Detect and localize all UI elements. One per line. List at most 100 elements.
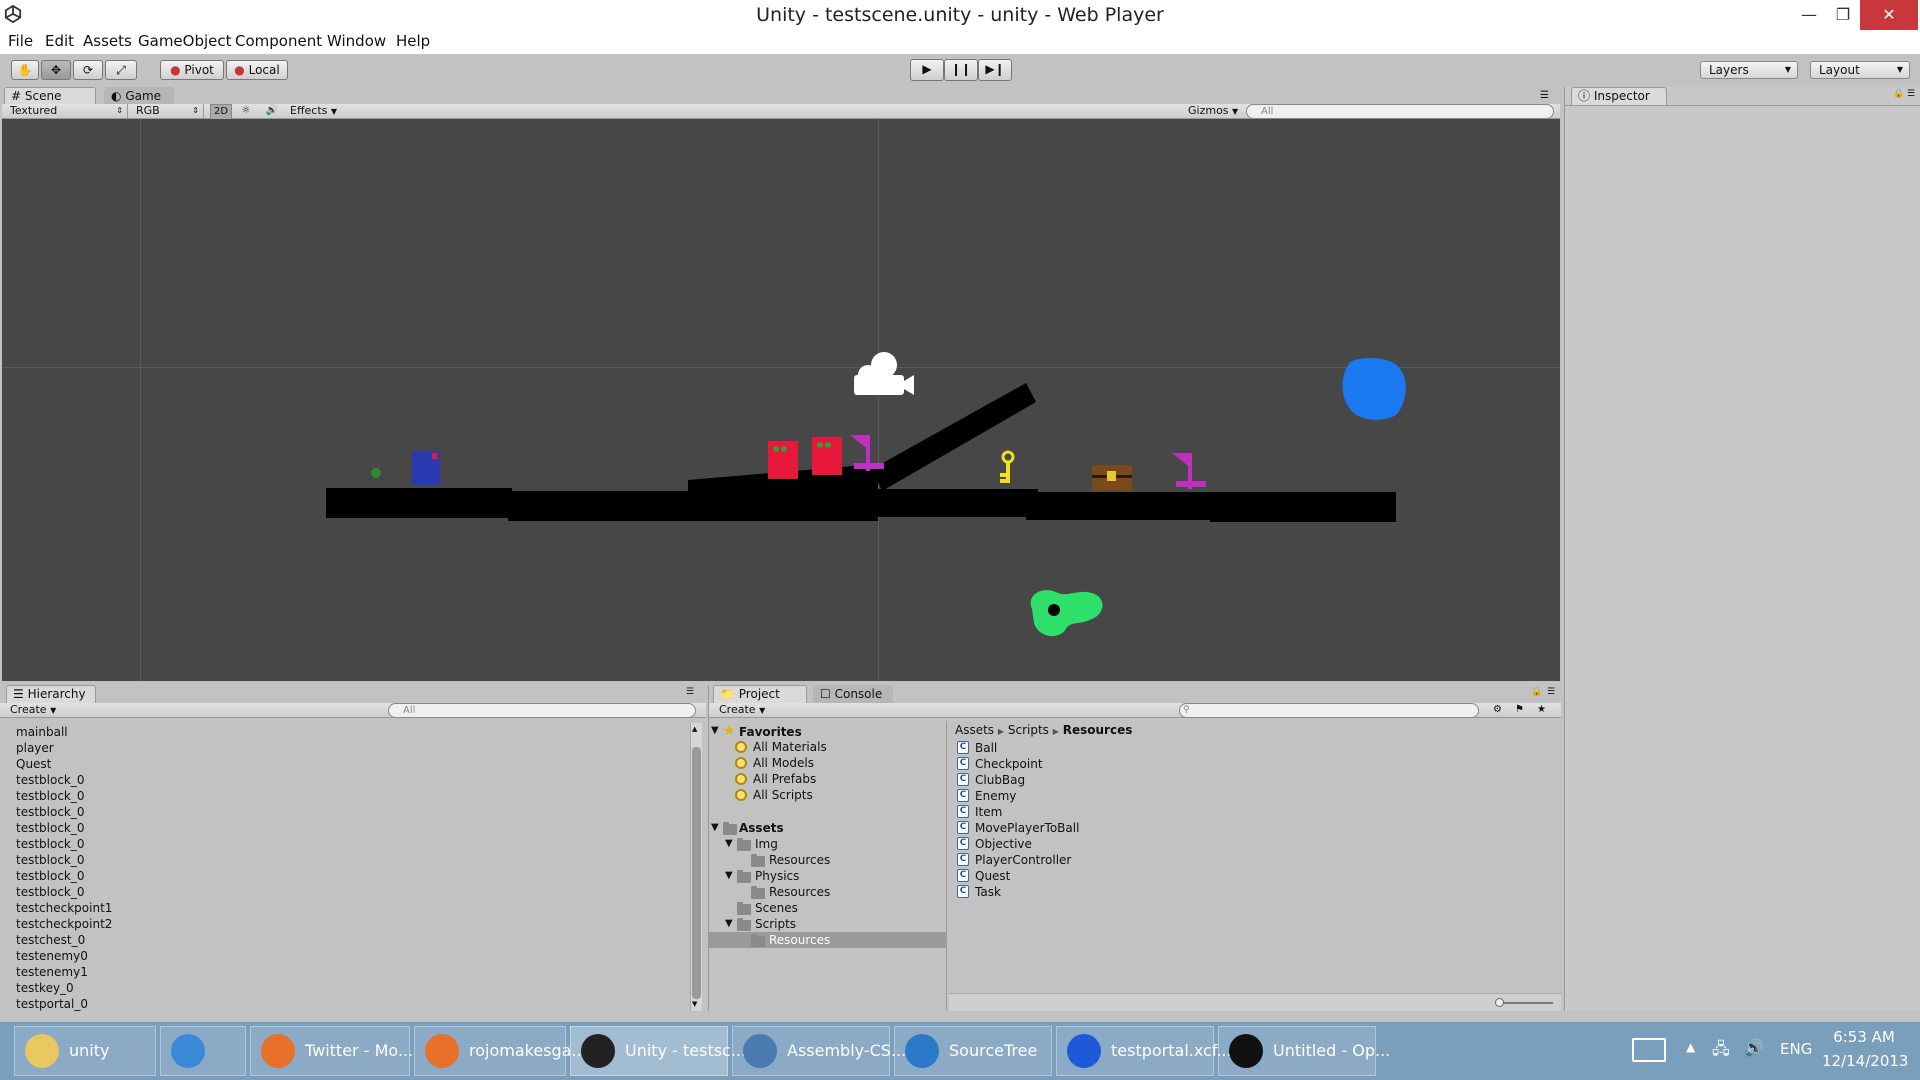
hierarchy-item[interactable]: testblock_0 — [16, 837, 85, 851]
panel-menu-icon[interactable]: ☰ — [1547, 687, 1555, 697]
expand-arrow-icon[interactable]: ▼ — [725, 838, 733, 849]
expand-arrow-icon[interactable]: ▼ — [711, 822, 719, 833]
render-mode-dropdown[interactable]: Textured ⇕ — [10, 104, 128, 118]
step-button[interactable]: ▶❙ — [978, 59, 1012, 81]
hierarchy-item[interactable]: testenemy0 — [16, 949, 88, 963]
language-indicator[interactable]: ENG — [1780, 1040, 1812, 1058]
hierarchy-item[interactable]: testchest_0 — [16, 933, 85, 947]
favorite-item[interactable]: All Scripts — [753, 788, 813, 802]
favorite-item[interactable]: All Prefabs — [753, 772, 816, 786]
breadcrumb-scripts[interactable]: Scripts — [1008, 723, 1049, 737]
clock-date[interactable]: 12/14/2013 — [1822, 1052, 1908, 1070]
show-hidden-icons-icon[interactable]: ▲ — [1686, 1040, 1695, 1054]
script-file-item[interactable]: PlayerController — [975, 853, 1071, 867]
favorite-item[interactable]: All Materials — [753, 740, 827, 754]
folder-tree-item[interactable]: Resources — [769, 853, 830, 867]
panel-menu-icon[interactable]: ☰ — [1907, 89, 1915, 99]
hand-tool-icon[interactable]: ✋ — [11, 60, 39, 80]
club-sprite[interactable] — [1030, 590, 1103, 637]
hierarchy-item[interactable]: testblock_0 — [16, 789, 85, 803]
menu-component[interactable]: Component — [235, 32, 322, 50]
effects-dropdown[interactable]: Effects ▼ — [290, 104, 342, 119]
hierarchy-item[interactable]: testblock_0 — [16, 869, 85, 883]
tab-game[interactable]: ◐ Game — [104, 87, 174, 105]
hierarchy-item[interactable]: Quest — [16, 757, 51, 771]
project-search-input[interactable]: ⚲ — [1179, 703, 1479, 718]
hierarchy-item[interactable]: testblock_0 — [16, 853, 85, 867]
folder-tree-item[interactable]: Resources — [769, 885, 830, 899]
menu-window[interactable]: Window — [327, 32, 386, 50]
hierarchy-create-dropdown[interactable]: Create ▼ — [10, 703, 56, 718]
local-toggle[interactable]: ● Local — [226, 60, 288, 80]
script-file-item[interactable]: Task — [975, 885, 1001, 899]
taskbar-item[interactable]: unity — [14, 1026, 156, 1076]
pivot-toggle[interactable]: ● Pivot — [160, 60, 224, 80]
scale-tool-icon[interactable]: ⤢ — [105, 60, 137, 80]
testblock-sprite[interactable] — [326, 488, 512, 518]
layers-dropdown[interactable]: Layers ▼ — [1700, 61, 1798, 79]
taskbar-item[interactable]: rojomakesga... — [414, 1026, 587, 1076]
expand-arrow-icon[interactable]: ▼ — [725, 870, 733, 881]
tab-project[interactable]: 📁 Project — [713, 685, 807, 703]
script-file-item[interactable]: Quest — [975, 869, 1010, 883]
expand-arrow-icon[interactable]: ▼ — [725, 918, 733, 929]
keyboard-icon[interactable] — [1632, 1038, 1666, 1062]
scene-view[interactable] — [2, 119, 1560, 681]
hierarchy-scrollbar[interactable]: ▲ ▼ — [690, 723, 702, 1011]
tab-scene[interactable]: # Scene — [4, 87, 96, 105]
script-file-item[interactable]: Ball — [975, 741, 997, 755]
checkpoint-sprite[interactable] — [850, 435, 884, 471]
breadcrumb-assets[interactable]: Assets — [955, 723, 994, 737]
script-file-item[interactable]: ClubBag — [975, 773, 1025, 787]
restore-icon[interactable]: ❐ — [1826, 0, 1860, 30]
folder-tree-item[interactable]: Resources — [769, 933, 830, 947]
menu-file[interactable]: File — [8, 32, 33, 50]
filter-by-type-icon[interactable]: ⚙ — [1493, 703, 1502, 717]
taskbar-item[interactable] — [160, 1026, 246, 1076]
folder-tree-item[interactable]: Img — [755, 837, 778, 851]
tab-inspector[interactable]: ⓘ Inspector — [1571, 87, 1667, 105]
portal-sprite[interactable] — [1342, 357, 1406, 420]
favorites-label[interactable]: Favorites — [739, 725, 802, 739]
scene-search-input[interactable]: All — [1246, 104, 1554, 119]
toggle-2d-button[interactable]: 2D — [210, 104, 232, 120]
rotate-tool-icon[interactable]: ⟳ — [73, 60, 103, 80]
testblock-sprite[interactable] — [1026, 492, 1212, 520]
color-mode-dropdown[interactable]: RGB ⇕ — [136, 104, 204, 118]
testblock-sprite[interactable] — [1210, 492, 1396, 522]
folder-tree-item[interactable]: Scripts — [755, 917, 796, 931]
volume-icon[interactable]: 🔊 — [1744, 1038, 1764, 1057]
hierarchy-item[interactable]: testblock_0 — [16, 773, 85, 787]
hierarchy-item[interactable]: testcheckpoint1 — [16, 901, 112, 915]
hierarchy-item[interactable]: testblock_0 — [16, 805, 85, 819]
pause-button[interactable]: ❙❙ — [944, 59, 978, 81]
chest-sprite[interactable] — [1092, 465, 1132, 491]
menu-gameobject[interactable]: GameObject — [138, 32, 232, 50]
hierarchy-item[interactable]: testkey_0 — [16, 981, 74, 995]
script-file-item[interactable]: Item — [975, 805, 1002, 819]
hierarchy-item[interactable]: testblock_0 — [16, 821, 85, 835]
lighting-toggle-icon[interactable]: ☼ — [236, 104, 256, 118]
key-sprite[interactable] — [1000, 450, 1015, 483]
checkpoint-sprite[interactable] — [1172, 453, 1206, 489]
taskbar-item[interactable]: Unity - testsc... — [570, 1026, 746, 1076]
icon-size-slider-thumb[interactable] — [1495, 998, 1504, 1007]
taskbar-item[interactable]: Twitter - Mo... — [250, 1026, 413, 1076]
hierarchy-search-input[interactable]: All — [388, 703, 696, 718]
minimize-icon[interactable]: — — [1792, 0, 1826, 30]
script-file-item[interactable]: Enemy — [975, 789, 1016, 803]
network-icon[interactable]: 🖧 — [1712, 1038, 1730, 1065]
move-tool-icon[interactable]: ✥ — [41, 60, 71, 80]
clock-time[interactable]: 6:53 AM — [1822, 1028, 1906, 1046]
scroll-up-icon[interactable]: ▲ — [692, 725, 697, 733]
taskbar-item[interactable]: Assembly-CS... — [732, 1026, 906, 1076]
camera-gizmo-icon[interactable] — [854, 352, 914, 395]
script-file-item[interactable]: MovePlayerToBall — [975, 821, 1079, 835]
close-icon[interactable]: ✕ — [1860, 0, 1918, 30]
hierarchy-scroll-thumb[interactable] — [692, 747, 701, 999]
breadcrumb-resources[interactable]: Resources — [1063, 723, 1133, 737]
testblock-sprite[interactable] — [878, 489, 1038, 517]
project-create-dropdown[interactable]: Create ▼ — [719, 703, 765, 718]
gizmos-dropdown[interactable]: Gizmos ▼ — [1188, 104, 1240, 119]
icon-size-slider[interactable] — [1497, 1002, 1553, 1004]
